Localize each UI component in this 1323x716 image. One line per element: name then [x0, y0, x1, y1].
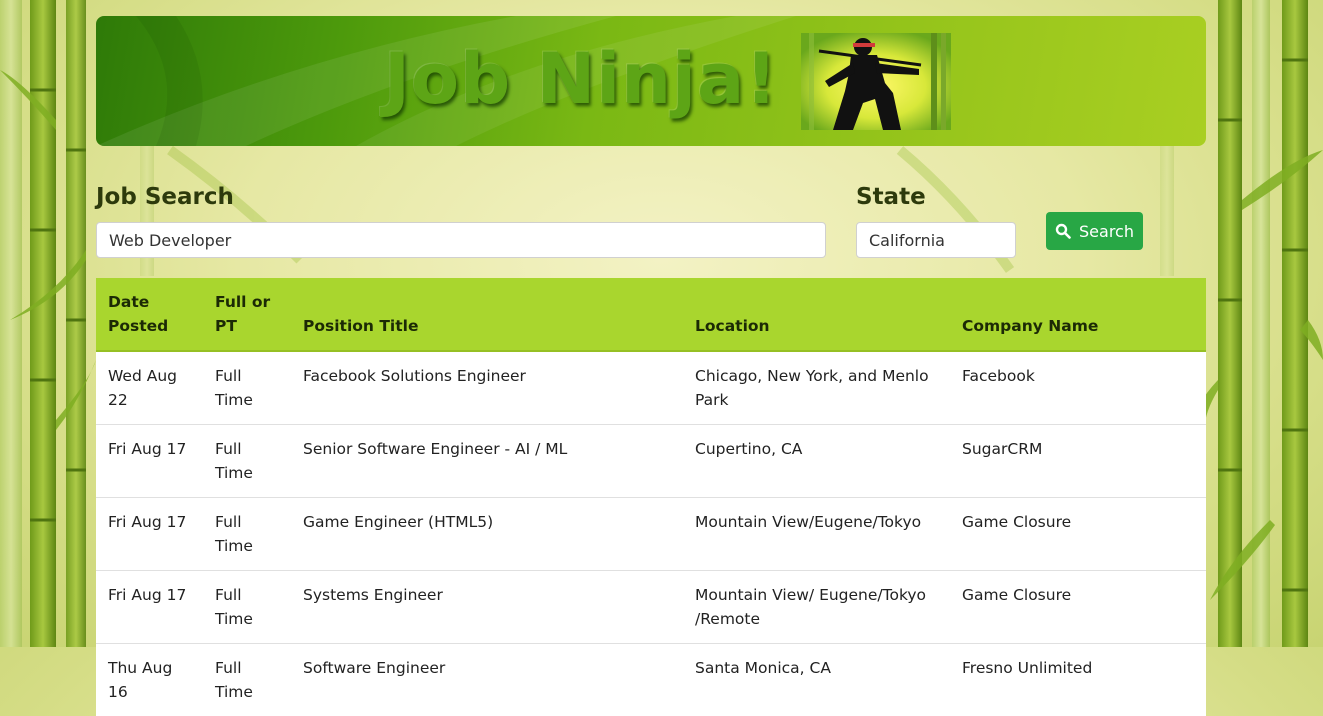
cell-type: Full Time	[203, 571, 291, 644]
header-position-title[interactable]: Position Title	[291, 278, 683, 351]
site-logo-text[interactable]: Job Ninja!	[384, 44, 778, 114]
cell-company: Game Closure	[950, 498, 1206, 571]
cell-title[interactable]: Systems Engineer	[291, 571, 683, 644]
cell-location: Chicago, New York, and Menlo Park	[683, 351, 950, 425]
table-row[interactable]: Fri Aug 17 Full Time Senior Software Eng…	[96, 425, 1206, 498]
job-results-table: Date Posted Full or PT Position Title Lo…	[96, 278, 1206, 716]
ninja-logo-image	[801, 33, 951, 130]
header-location[interactable]: Location	[683, 278, 950, 351]
cell-company: Fresno Unlimited	[950, 644, 1206, 716]
cell-type: Full Time	[203, 498, 291, 571]
cell-type: Full Time	[203, 351, 291, 425]
cell-title[interactable]: Senior Software Engineer - AI / ML	[291, 425, 683, 498]
cell-company: SugarCRM	[950, 425, 1206, 498]
cell-date: Fri Aug 17	[96, 498, 203, 571]
page-container: Job Ninja!	[96, 16, 1206, 716]
state-input[interactable]: California	[856, 222, 1016, 258]
header-company-name[interactable]: Company Name	[950, 278, 1206, 351]
search-icon	[1055, 223, 1071, 239]
cell-date: Wed Aug 22	[96, 351, 203, 425]
cell-location: Santa Monica, CA	[683, 644, 950, 716]
job-search-label: Job Search	[96, 184, 234, 210]
cell-date: Thu Aug 16	[96, 644, 203, 716]
cell-location: Mountain View/Eugene/Tokyo	[683, 498, 950, 571]
cell-title[interactable]: Game Engineer (HTML5)	[291, 498, 683, 571]
table-row[interactable]: Thu Aug 16 Full Time Software Engineer S…	[96, 644, 1206, 716]
table-row[interactable]: Fri Aug 17 Full Time Game Engineer (HTML…	[96, 498, 1206, 571]
cell-title[interactable]: Facebook Solutions Engineer	[291, 351, 683, 425]
site-header: Job Ninja!	[96, 16, 1206, 146]
table-row[interactable]: Fri Aug 17 Full Time Systems Engineer Mo…	[96, 571, 1206, 644]
table-header-row: Date Posted Full or PT Position Title Lo…	[96, 278, 1206, 351]
cell-location: Cupertino, CA	[683, 425, 950, 498]
cell-type: Full Time	[203, 425, 291, 498]
cell-title[interactable]: Software Engineer	[291, 644, 683, 716]
search-form: Job Search Web Developer State Californi…	[96, 146, 1206, 278]
cell-type: Full Time	[203, 644, 291, 716]
cell-date: Fri Aug 17	[96, 571, 203, 644]
cell-date: Fri Aug 17	[96, 425, 203, 498]
cell-company: Game Closure	[950, 571, 1206, 644]
header-full-or-pt[interactable]: Full or PT	[203, 278, 291, 351]
table-row[interactable]: Wed Aug 22 Full Time Facebook Solutions …	[96, 351, 1206, 425]
search-button-label: Search	[1079, 222, 1134, 241]
header-date-posted[interactable]: Date Posted	[96, 278, 203, 351]
job-search-input[interactable]: Web Developer	[96, 222, 826, 258]
cell-location: Mountain View/ Eugene/Tokyo /Remote	[683, 571, 950, 644]
state-label: State	[856, 184, 926, 210]
cell-company: Facebook	[950, 351, 1206, 425]
search-button[interactable]: Search	[1046, 212, 1143, 250]
